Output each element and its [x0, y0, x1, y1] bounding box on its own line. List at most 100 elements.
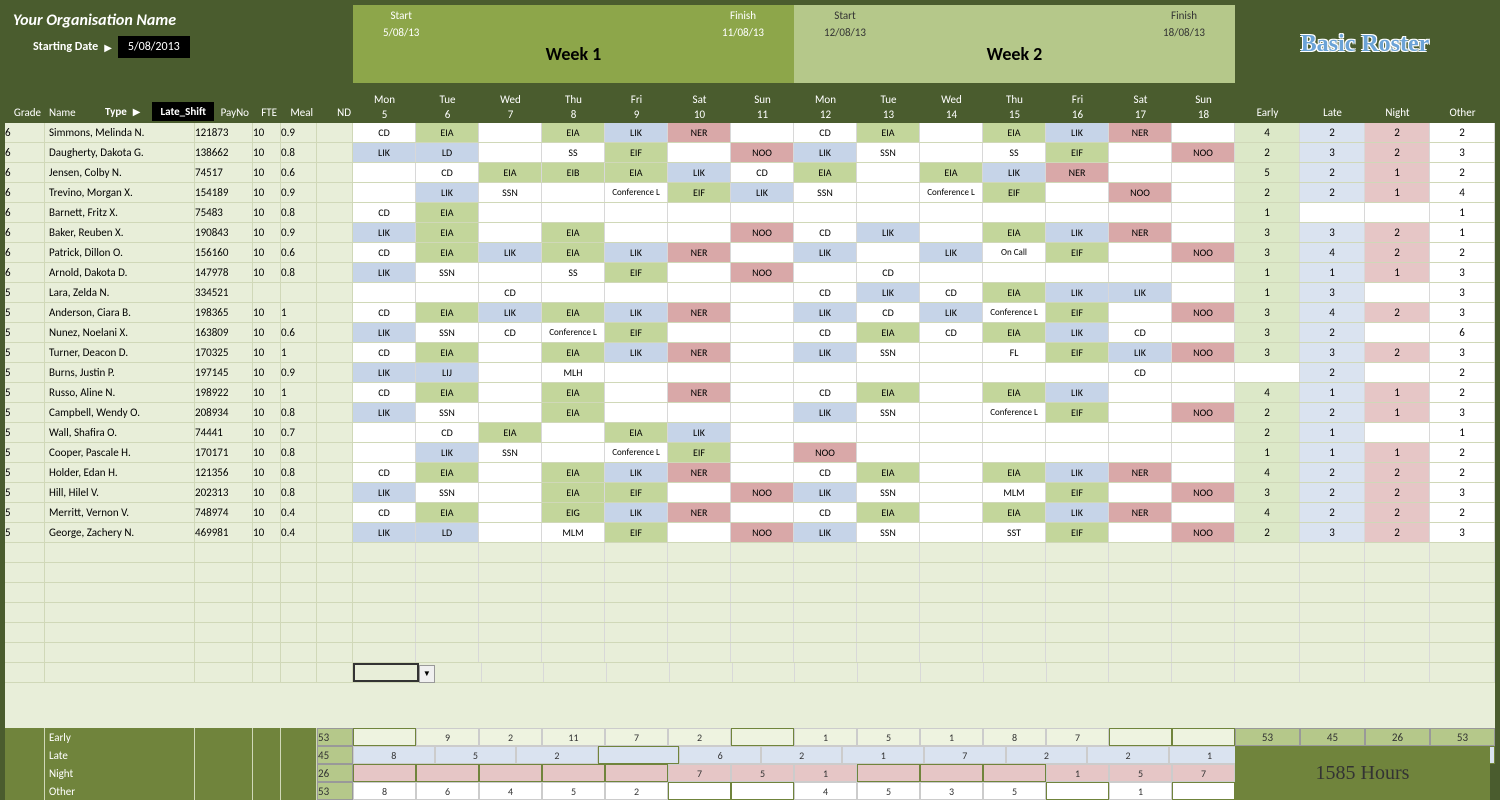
shift-cell[interactable]	[794, 563, 857, 582]
shift-cell[interactable]: LIK	[605, 503, 668, 522]
shift-cell[interactable]: EIA	[983, 283, 1046, 302]
shift-cell[interactable]	[1109, 143, 1172, 162]
shift-cell[interactable]	[668, 363, 731, 382]
shift-cell[interactable]	[1172, 583, 1235, 602]
shift-cell[interactable]	[668, 223, 731, 242]
shift-cell[interactable]: LIK	[857, 223, 920, 242]
shift-cell[interactable]: LIK	[920, 303, 983, 322]
shift-cell[interactable]	[668, 323, 731, 342]
shift-cell[interactable]	[1172, 563, 1235, 582]
shift-cell[interactable]: Conference L	[983, 303, 1046, 322]
shift-cell[interactable]	[731, 563, 794, 582]
shift-cell[interactable]: LIK	[731, 183, 794, 202]
shift-cell[interactable]	[731, 423, 794, 442]
shift-cell[interactable]	[1046, 263, 1109, 282]
shift-cell[interactable]	[605, 643, 668, 662]
shift-cell[interactable]	[668, 403, 731, 422]
shift-cell[interactable]: SS	[542, 143, 605, 162]
shift-cell[interactable]	[542, 623, 605, 642]
shift-cell[interactable]	[857, 183, 920, 202]
shift-cell[interactable]	[1172, 463, 1235, 482]
shift-cell[interactable]: LIK	[605, 463, 668, 482]
shift-cell[interactable]	[857, 423, 920, 442]
shift-cell[interactable]	[1109, 263, 1172, 282]
shift-cell[interactable]: CD	[1109, 363, 1172, 382]
shift-cell[interactable]	[479, 123, 542, 142]
shift-cell[interactable]	[1046, 183, 1109, 202]
shift-cell[interactable]	[857, 363, 920, 382]
shift-cell[interactable]	[605, 603, 668, 622]
shift-cell[interactable]: SSN	[794, 183, 857, 202]
shift-cell[interactable]: LIK	[920, 243, 983, 262]
shift-cell[interactable]	[668, 623, 731, 642]
shift-cell[interactable]: CD	[857, 303, 920, 322]
shift-cell[interactable]	[353, 543, 416, 562]
shift-cell[interactable]	[1109, 523, 1172, 542]
shift-cell[interactable]	[857, 203, 920, 222]
shift-cell[interactable]: LIK	[794, 403, 857, 422]
play-icon[interactable]: ▶	[104, 41, 112, 54]
shift-cell[interactable]: LIK	[1046, 123, 1109, 142]
shift-cell[interactable]	[353, 283, 416, 302]
shift-cell[interactable]	[920, 483, 983, 502]
shift-cell[interactable]: LIK	[605, 243, 668, 262]
shift-cell[interactable]	[1172, 643, 1235, 662]
shift-cell[interactable]: EIA	[605, 163, 668, 182]
shift-cell[interactable]: EIA	[983, 463, 1046, 482]
shift-cell[interactable]: CD	[353, 383, 416, 402]
shift-cell[interactable]: EIG	[542, 503, 605, 522]
shift-cell[interactable]: CD	[479, 323, 542, 342]
shift-cell[interactable]	[416, 543, 479, 562]
shift-cell[interactable]: EIA	[542, 463, 605, 482]
shift-cell[interactable]	[479, 263, 542, 282]
shift-cell[interactable]: Conference L	[983, 403, 1046, 422]
shift-cell[interactable]	[668, 143, 731, 162]
shift-cell[interactable]	[1172, 603, 1235, 622]
shift-cell[interactable]	[920, 543, 983, 562]
shift-cell[interactable]	[1172, 183, 1235, 202]
shift-cell[interactable]: EIA	[794, 163, 857, 182]
shift-cell[interactable]: EIA	[542, 243, 605, 262]
shift-cell[interactable]: EIA	[542, 483, 605, 502]
shift-cell[interactable]: SSN	[479, 183, 542, 202]
shift-cell[interactable]	[1172, 443, 1235, 462]
shift-cell[interactable]	[731, 243, 794, 262]
shift-cell[interactable]: CD	[353, 463, 416, 482]
shift-cell[interactable]: LIK	[1109, 343, 1172, 362]
shift-cell[interactable]	[920, 143, 983, 162]
shift-cell[interactable]: LIK	[1109, 283, 1172, 302]
shift-cell[interactable]: NER	[668, 383, 731, 402]
shift-cell[interactable]: LIK	[857, 283, 920, 302]
shift-cell[interactable]	[479, 463, 542, 482]
shift-cell[interactable]: LIK	[353, 363, 416, 382]
shift-cell[interactable]	[353, 583, 416, 602]
shift-cell[interactable]: CD	[353, 243, 416, 262]
shift-cell[interactable]: CD	[920, 283, 983, 302]
shift-cell[interactable]	[1046, 563, 1109, 582]
shift-cell[interactable]: EIA	[542, 303, 605, 322]
shift-cell[interactable]: LIK	[983, 163, 1046, 182]
shift-cell[interactable]	[1109, 203, 1172, 222]
shift-cell[interactable]	[542, 183, 605, 202]
shift-cell[interactable]: NOO	[1172, 143, 1235, 162]
shift-cell[interactable]: MLH	[542, 363, 605, 382]
shift-cell[interactable]: CD	[794, 283, 857, 302]
selected-cell[interactable]: ▼	[353, 663, 419, 682]
shift-cell[interactable]	[479, 143, 542, 162]
shift-cell[interactable]	[794, 363, 857, 382]
shift-cell[interactable]	[731, 443, 794, 462]
shift-cell[interactable]	[920, 443, 983, 462]
shift-cell[interactable]	[920, 583, 983, 602]
shift-cell[interactable]	[794, 423, 857, 442]
shift-cell[interactable]: EIA	[416, 123, 479, 142]
shift-cell[interactable]	[1172, 203, 1235, 222]
shift-cell[interactable]	[920, 343, 983, 362]
shift-cell[interactable]: NOO	[794, 443, 857, 462]
shift-cell[interactable]: EIF	[1046, 143, 1109, 162]
shift-cell[interactable]: EIA	[857, 323, 920, 342]
shift-cell[interactable]	[983, 643, 1046, 662]
shift-cell[interactable]: EIA	[857, 503, 920, 522]
shift-cell[interactable]	[479, 603, 542, 622]
shift-cell[interactable]	[668, 583, 731, 602]
shift-cell[interactable]: EIA	[416, 303, 479, 322]
